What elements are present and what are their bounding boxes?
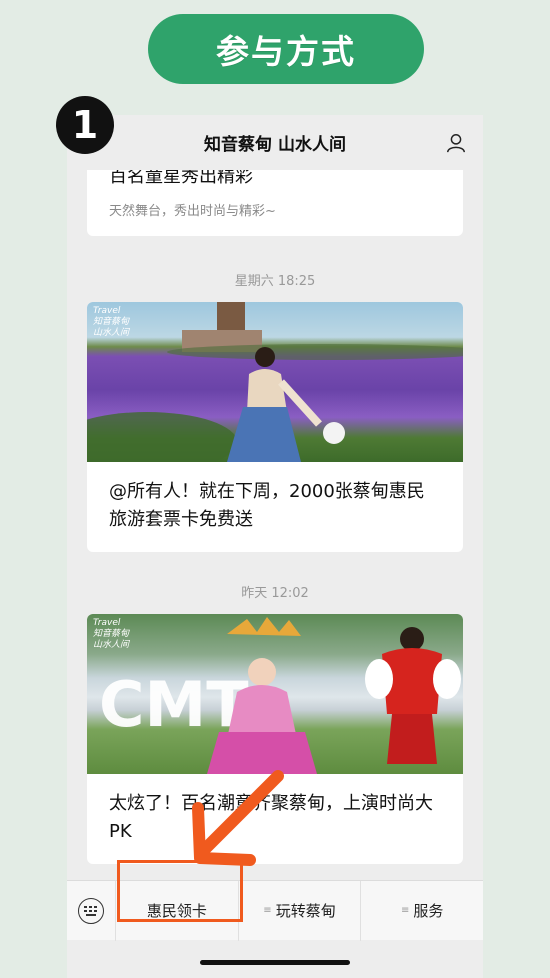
step-number-badge: 1 [56,96,114,154]
menu-label: 服务 [413,902,444,920]
user-icon[interactable] [445,132,467,154]
fashion-show-graphic: CMT [99,617,461,774]
banner-label: 参与方式 [216,32,356,71]
article-cover-image: Travel 知音蔡甸 山水人间 [87,302,463,462]
message-timestamp: 星期六 18:25 [234,274,316,289]
menu-item-explore[interactable]: ≡ 玩转蔡甸 [237,880,361,941]
title-banner: 参与方式 [148,14,424,84]
submenu-icon: ≡ [263,905,272,916]
chat-titlebar: 知音蔡甸 山水人间 [67,115,483,170]
article-subtitle: 天然舞台，秀出时尚与精彩~ [109,204,276,219]
submenu-icon: ≡ [400,905,410,916]
lavender-field-graphic [87,302,463,462]
svg-text:CMT: CMT [99,668,249,741]
account-title: 知音蔡甸 山水人间 [204,135,346,155]
menu-label: 玩转蔡甸 [275,902,336,920]
keyboard-icon [78,897,104,924]
menu-item-service[interactable]: ≡ 服务 [360,880,483,941]
keyboard-toggle[interactable] [67,881,115,941]
article-headline: @所有人！就在下周，2000张蔡甸惠民旅游套票卡免费送 [109,481,425,530]
pointer-arrow-icon [192,770,284,866]
home-indicator [200,960,350,965]
message-timestamp: 昨天 12:02 [241,586,309,601]
article-card[interactable]: Travel 知音蔡甸 山水人间 @所有人！就在下周，2000张蔡甸惠民旅游套票卡免… [87,302,463,552]
article-cover-image: Travel 知音蔡甸 山水人间 CMT [87,614,463,774]
